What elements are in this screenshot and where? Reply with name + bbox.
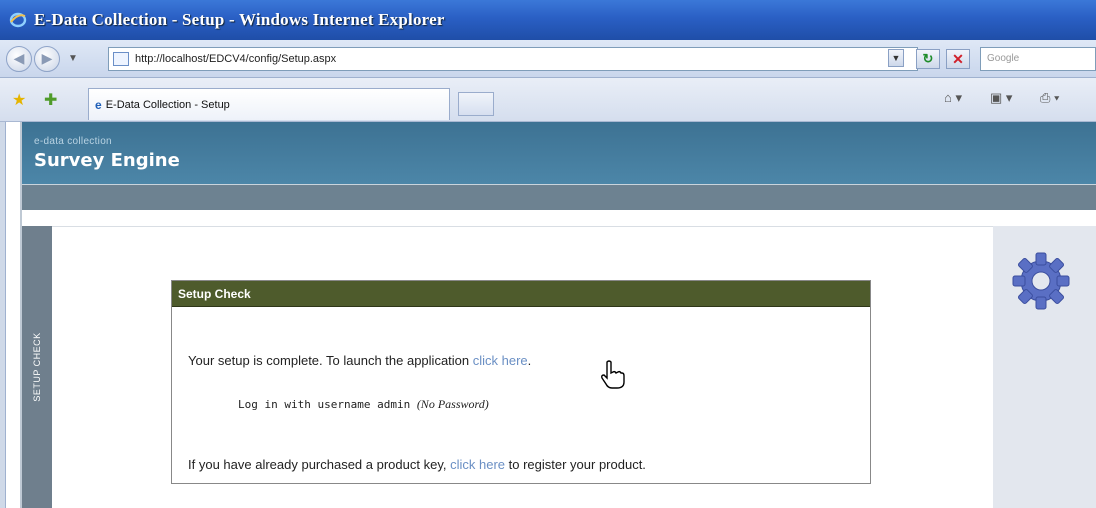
refresh-button[interactable]: ↻ [916, 49, 940, 69]
nav-bar [22, 184, 1096, 210]
stop-button[interactable]: ✕ [946, 49, 970, 69]
site-header: e-data collection Survey Engine [22, 122, 1096, 184]
register-end: to register your product. [505, 457, 646, 472]
ie-logo-icon [8, 10, 28, 30]
window-left-edge [0, 122, 6, 508]
brand-title: Survey Engine [34, 150, 180, 171]
register-message: If you have already purchased a product … [188, 457, 646, 472]
login-instructions: Log in with username admin (No Password) [238, 397, 489, 412]
setup-complete-message: Your setup is complete. To launch the ap… [188, 353, 531, 368]
tab-bar: ★ ✚ e E-Data Collection - Setup ⌂ ▾ ▣ ▾ … [0, 78, 1096, 122]
sidebar-label: SETUP CHECK [32, 332, 42, 402]
forward-button[interactable]: ▶ [34, 45, 60, 72]
address-dropdown-icon[interactable]: ▼ [888, 49, 904, 67]
search-input[interactable]: Google [980, 47, 1096, 71]
tab-label: E-Data Collection - Setup [105, 98, 230, 111]
tab-setup[interactable]: e E-Data Collection - Setup [88, 88, 450, 120]
history-dropdown-icon[interactable]: ▼ [68, 53, 78, 64]
message-end: . [527, 353, 532, 368]
url-text: http://localhost/EDCV4/config/Setup.aspx [135, 53, 337, 65]
panel-title: Setup Check [172, 281, 870, 307]
register-product-link[interactable]: click here [450, 457, 505, 472]
back-button[interactable]: ◀ [6, 45, 32, 72]
window-title: E-Data Collection - Setup - Windows Inte… [34, 10, 445, 29]
favorites-star-icon[interactable]: ★ [12, 90, 26, 110]
address-toolbar: ◀ ▶ ▼ http://localhost/EDCV4/config/Setu… [0, 40, 1096, 78]
new-tab-button[interactable] [458, 92, 494, 116]
page-icon: e [95, 97, 102, 112]
sidebar-setup-check: SETUP CHECK [22, 226, 52, 508]
launch-app-link[interactable]: click here [473, 353, 528, 368]
login-note: (No Password) [416, 397, 489, 411]
hand-cursor-icon [600, 360, 626, 395]
brand-tagline: e-data collection [34, 136, 112, 147]
page-icon [113, 52, 129, 66]
gear-icon [1010, 250, 1072, 317]
feeds-icon[interactable]: ▣ ▾ [990, 90, 1012, 106]
login-text: Log in with username admin [238, 398, 417, 411]
add-favorite-icon[interactable]: ✚ [44, 90, 57, 110]
setup-check-panel: Setup Check Your setup is complete. To l… [171, 280, 871, 484]
window-title-bar[interactable]: E-Data Collection - Setup - Windows Inte… [0, 0, 1096, 40]
register-text: If you have already purchased a product … [188, 457, 451, 472]
print-icon[interactable]: ⎙ ▾ [1040, 90, 1059, 106]
message-text: Your setup is complete. To launch the ap… [188, 353, 473, 368]
home-icon[interactable]: ⌂ ▾ [944, 90, 962, 106]
address-field[interactable]: http://localhost/EDCV4/config/Setup.aspx [108, 47, 918, 71]
